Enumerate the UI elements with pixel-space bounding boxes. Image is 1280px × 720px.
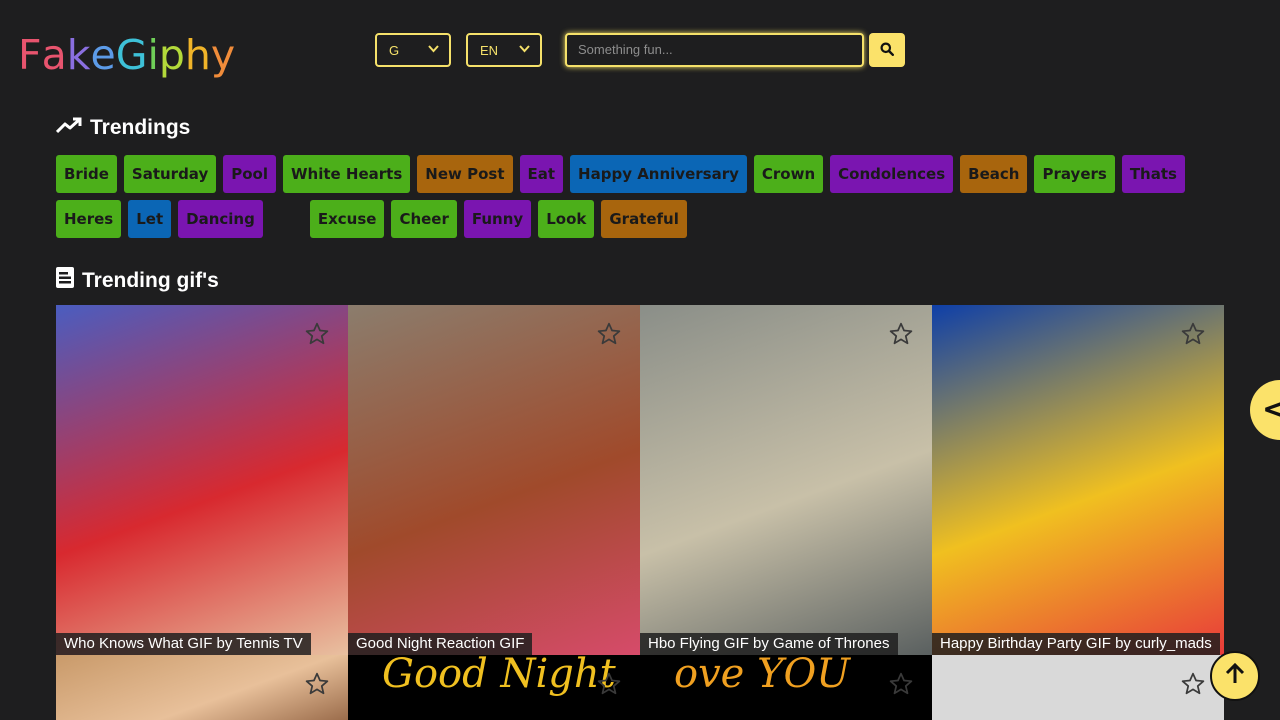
scroll-to-top-button[interactable] (1210, 651, 1260, 701)
gif-card[interactable] (932, 655, 1224, 720)
logo-letter: G (115, 31, 148, 79)
trending-tag[interactable]: White Hearts (283, 155, 411, 193)
gif-grid: Who Knows What GIF by Tennis TV Good Nigh… (56, 305, 1224, 720)
logo-letter: F (18, 31, 42, 79)
logo-letter: e (90, 31, 116, 79)
trending-tag[interactable]: Beach (960, 155, 1028, 193)
trending-tag[interactable]: Cheer (391, 200, 457, 238)
logo-letter: p (158, 31, 185, 79)
trending-tag[interactable]: Heres (56, 200, 122, 238)
favorite-star-icon[interactable] (888, 671, 914, 697)
gif-caption: Good Night Reaction GIF (348, 633, 533, 655)
trending-tag[interactable]: Prayers (1034, 155, 1115, 193)
arrow-up-icon (1225, 662, 1245, 689)
trending-tags-list: Bride Saturday Pool White Hearts New Post Eat… (56, 155, 1196, 238)
trending-tag[interactable]: Excuse (309, 200, 385, 238)
logo-letter: k (66, 31, 91, 79)
trending-tag[interactable]: Thats (1121, 155, 1185, 193)
trending-tag[interactable]: Eat (519, 155, 564, 193)
search-input[interactable]: Something fun... (565, 33, 864, 67)
gif-caption: Who Knows What GIF by Tennis TV (56, 633, 311, 655)
gif-overlay-text: Good Night (382, 655, 616, 697)
trending-tag[interactable]: Let (128, 200, 172, 238)
gif-card[interactable]: Hbo Flying GIF by Game of Thrones (640, 305, 932, 655)
gif-card[interactable] (56, 655, 348, 720)
language-select-value: EN (480, 42, 499, 58)
gif-card[interactable]: Who Knows What GIF by Tennis TV (56, 305, 348, 655)
logo-letter: a (41, 31, 67, 79)
language-select[interactable]: EN (466, 33, 542, 67)
trending-tag[interactable]: Funny (463, 200, 532, 238)
trending-tag[interactable]: New Post (417, 155, 513, 193)
gif-caption: Hbo Flying GIF by Game of Thrones (640, 633, 898, 655)
trending-tag[interactable]: Look (538, 200, 595, 238)
favorite-star-icon[interactable] (1180, 671, 1206, 697)
search-button[interactable] (869, 33, 905, 67)
trending-gifs-title: Trending gif's (82, 268, 219, 292)
trending-gifs-heading: Trending gif's (56, 267, 219, 294)
document-icon (56, 267, 74, 294)
favorite-star-icon[interactable] (596, 321, 622, 347)
favorite-star-icon[interactable] (888, 321, 914, 347)
trending-tag[interactable]: Happy Anniversary (570, 155, 747, 193)
favorite-star-icon[interactable] (304, 321, 330, 347)
trending-tag[interactable]: Bride (56, 155, 117, 193)
trending-tag[interactable]: Condolences (830, 155, 954, 193)
gif-card[interactable]: ove YOU (640, 655, 932, 720)
trendings-heading: Trendings (55, 116, 191, 140)
rating-select[interactable]: G (375, 33, 451, 67)
favorite-star-icon[interactable] (1180, 321, 1206, 347)
rating-select-value: G (389, 42, 400, 58)
chevron-down-icon (428, 44, 439, 56)
trending-tag[interactable]: Grateful (601, 200, 687, 238)
gif-card[interactable]: Good Night (348, 655, 640, 720)
favorite-star-icon[interactable] (596, 671, 622, 697)
logo-letter: i (147, 31, 159, 79)
trending-tag[interactable]: Pool (223, 155, 276, 193)
chevron-down-icon (519, 44, 530, 56)
favorite-star-icon[interactable] (304, 671, 330, 697)
trending-tag[interactable]: Dancing (178, 200, 263, 238)
gif-card[interactable]: Happy Birthday Party GIF by curly_mads (932, 305, 1224, 655)
trendings-title: Trendings (90, 116, 191, 139)
gif-card[interactable]: Good Night Reaction GIF (348, 305, 640, 655)
trending-up-icon (55, 116, 82, 140)
gif-overlay-text: ove YOU (674, 655, 850, 697)
logo-letter: h (184, 31, 211, 79)
search-icon (880, 41, 895, 60)
side-panel-toggle[interactable]: < (1250, 380, 1280, 440)
app-logo[interactable]: FakeGiphy (18, 30, 235, 80)
gif-caption: Happy Birthday Party GIF by curly_mads (932, 633, 1220, 655)
trending-tag[interactable]: Crown (753, 155, 824, 193)
logo-letter: y (210, 31, 236, 79)
trending-tag[interactable]: Saturday (123, 155, 217, 193)
